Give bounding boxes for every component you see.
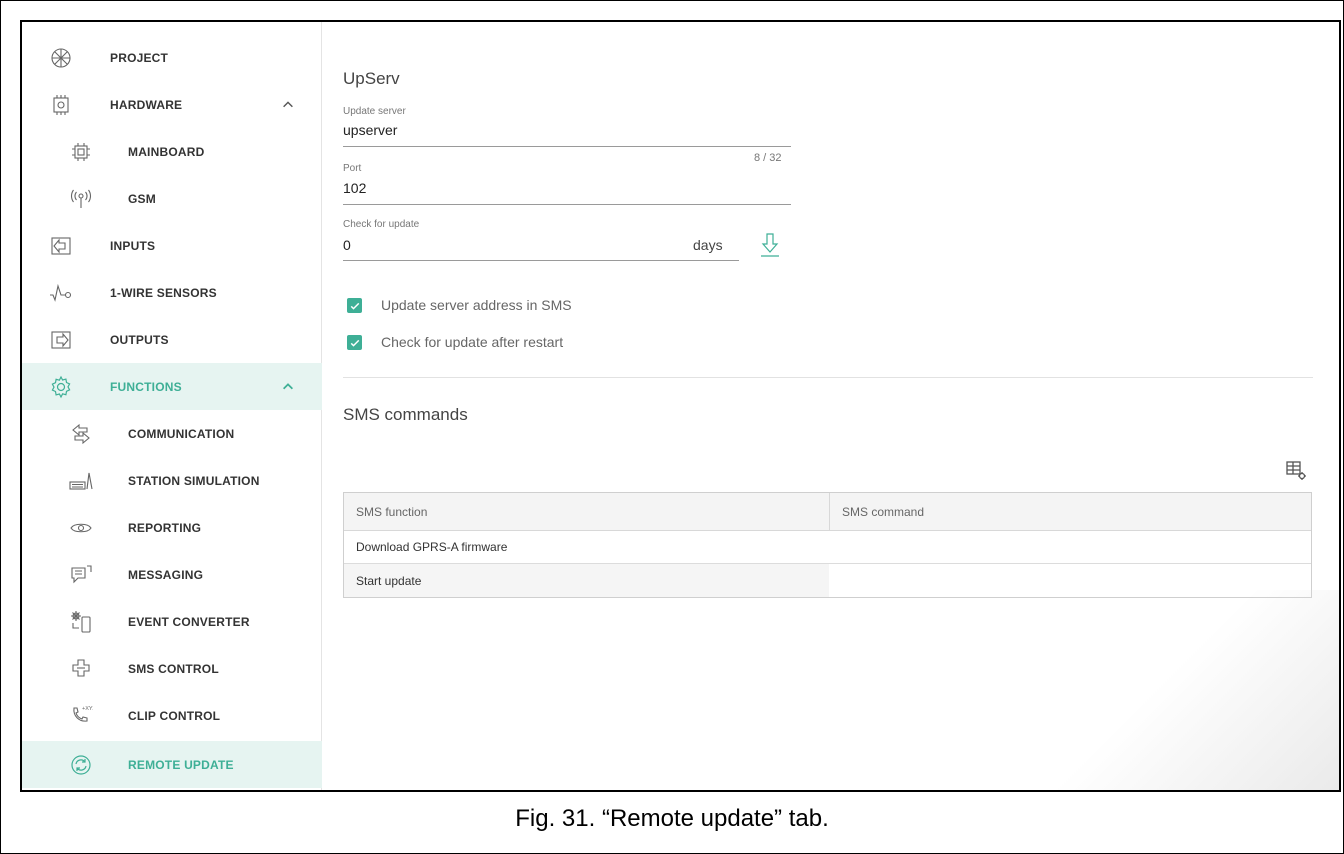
column-header-sms-function[interactable]: SMS function (344, 493, 829, 530)
table-row: Download GPRS-A firmware (344, 531, 1311, 564)
port-input[interactable]: 102 (343, 180, 366, 196)
port-label: Port (343, 163, 362, 174)
inputs-icon (48, 233, 74, 259)
sidebar-item-label: COMMUNICATION (128, 426, 235, 441)
sidebar-item-inputs[interactable]: INPUTS (22, 222, 322, 269)
sidebar-item-clip-control[interactable]: +XYZ CLIP CONTROL (22, 692, 322, 739)
update-server-label: Update server (343, 106, 406, 117)
sidebar-item-project[interactable]: PROJECT (22, 34, 322, 81)
port-underline (343, 204, 791, 205)
sidebar-item-event-converter[interactable]: EVENT CONVERTER (22, 598, 322, 645)
station-simulation-icon (68, 468, 94, 494)
sidebar: PROJECT HARDWARE MAINBOARD GSM INPUTS 1-… (22, 22, 322, 790)
remote-update-icon (68, 752, 94, 778)
messaging-icon (68, 562, 94, 588)
table-cell-sms-command[interactable] (829, 531, 1311, 563)
sensor-icon (48, 280, 74, 306)
sidebar-item-label: REMOTE UPDATE (128, 757, 234, 772)
sidebar-item-label: INPUTS (110, 238, 156, 253)
sidebar-item-outputs[interactable]: OUTPUTS (22, 316, 322, 363)
sidebar-item-label: 1-WIRE SENSORS (110, 285, 217, 300)
antenna-icon (68, 186, 94, 212)
check-for-update-after-restart-checkbox[interactable] (347, 335, 362, 350)
update-server-counter: 8 / 32 (754, 152, 782, 164)
background-gradient (1019, 590, 1339, 790)
mainboard-icon (68, 139, 94, 165)
chevron-up-icon[interactable] (280, 97, 296, 113)
outputs-icon (48, 327, 74, 353)
gear-icon (48, 374, 74, 400)
eye-icon (68, 515, 94, 541)
sidebar-item-label: CLIP CONTROL (128, 708, 221, 723)
section-divider (343, 377, 1313, 378)
update-server-address-in-sms-label: Update server address in SMS (381, 297, 572, 313)
table-cell-sms-command[interactable] (829, 564, 1311, 597)
sidebar-item-label: MAINBOARD (128, 144, 205, 159)
table-settings-icon[interactable] (1285, 459, 1307, 481)
hardware-icon (48, 92, 74, 118)
project-icon (48, 45, 74, 71)
sidebar-item-mainboard[interactable]: MAINBOARD (22, 128, 322, 175)
event-converter-icon (68, 609, 94, 635)
app-window: PROJECT HARDWARE MAINBOARD GSM INPUTS 1-… (20, 20, 1341, 792)
communication-icon (68, 421, 94, 447)
main-content: UpServ Update server upserver 8 / 32 Por… (323, 22, 1339, 790)
section-title-sms-commands: SMS commands (343, 405, 468, 424)
update-server-address-in-sms-checkbox[interactable] (347, 298, 362, 313)
sidebar-item-label: MESSAGING (128, 567, 204, 582)
sidebar-item-label: GSM (128, 191, 156, 206)
table-header-row: SMS function SMS command (344, 493, 1311, 531)
clip-control-icon: +XYZ (68, 703, 94, 729)
sidebar-item-remote-update[interactable]: REMOTE UPDATE (22, 741, 322, 788)
table-cell-sms-function: Start update (344, 564, 829, 597)
sidebar-item-communication[interactable]: COMMUNICATION (22, 410, 322, 457)
sidebar-item-label: STATION SIMULATION (128, 473, 260, 488)
sidebar-item-label: FUNCTIONS (110, 379, 182, 394)
sms-commands-table: SMS function SMS command Download GPRS-A… (343, 492, 1312, 598)
section-title-upserv: UpServ (343, 69, 400, 88)
sidebar-item-sms-control[interactable]: SMS CONTROL (22, 645, 322, 692)
sms-control-icon (68, 656, 94, 682)
sidebar-item-label: REPORTING (128, 520, 202, 535)
figure-caption: Fig. 31. “Remote update” tab. (515, 805, 829, 832)
svg-text:+XYZ: +XYZ (82, 706, 93, 712)
days-suffix: days (693, 237, 723, 253)
sidebar-item-label: HARDWARE (110, 97, 183, 112)
sidebar-item-label: PROJECT (110, 50, 169, 65)
chevron-up-icon[interactable] (280, 379, 296, 395)
arrow-down-icon[interactable] (759, 232, 781, 258)
sidebar-item-hardware[interactable]: HARDWARE (22, 81, 322, 128)
table-row: Start update (344, 564, 1311, 597)
check-for-update-input[interactable]: 0 (343, 237, 351, 253)
sidebar-item-messaging[interactable]: MESSAGING (22, 551, 322, 598)
update-server-input[interactable]: upserver (343, 122, 397, 138)
check-for-update-after-restart-label: Check for update after restart (381, 334, 564, 350)
sidebar-item-gsm[interactable]: GSM (22, 175, 322, 222)
sidebar-item-reporting[interactable]: REPORTING (22, 504, 322, 551)
sidebar-item-label: OUTPUTS (110, 332, 169, 347)
update-server-underline (343, 146, 791, 147)
sidebar-item-label: EVENT CONVERTER (128, 614, 250, 629)
sidebar-item-label: SMS CONTROL (128, 661, 219, 676)
sidebar-item-1-wire-sensors[interactable]: 1-WIRE SENSORS (22, 269, 322, 316)
sidebar-item-functions[interactable]: FUNCTIONS (22, 363, 322, 410)
check-for-update-underline (343, 260, 739, 261)
check-for-update-label: Check for update (343, 219, 420, 230)
table-cell-sms-function: Download GPRS-A firmware (344, 531, 829, 563)
column-header-sms-command[interactable]: SMS command (829, 493, 1311, 530)
sidebar-item-station-simulation[interactable]: STATION SIMULATION (22, 457, 322, 504)
